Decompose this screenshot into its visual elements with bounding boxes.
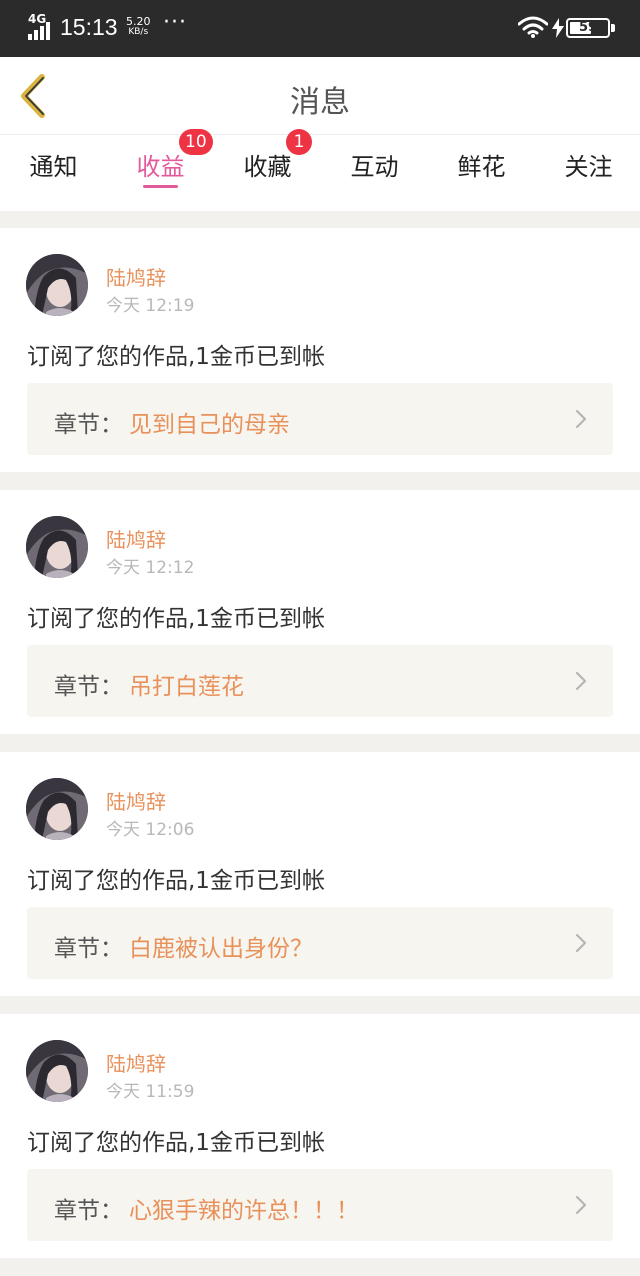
chevron-right-icon: [575, 409, 587, 429]
status-bar: 4G 15:13 5.20 KB/s ··· 59: [0, 0, 640, 57]
tab-flowers[interactable]: 鲜花: [428, 135, 535, 211]
tab-bar: 通知 收益 10 收藏 1 互动 鲜花 关注: [0, 129, 640, 211]
battery-cap: [611, 24, 615, 32]
chapter-link[interactable]: 章节： 白鹿被认出身份？: [27, 907, 613, 979]
signal-icon: 4G: [28, 12, 54, 40]
tab-label: 关注: [564, 153, 613, 181]
network-speed: 5.20 KB/s: [126, 16, 151, 38]
user-avatar-image: [26, 254, 88, 316]
user-avatar-image: [26, 778, 88, 840]
user-name[interactable]: 陆鸠辞: [106, 262, 166, 291]
tab-label: 鲜花: [457, 153, 506, 181]
avatar[interactable]: [26, 516, 88, 578]
charging-icon: [552, 18, 564, 38]
more-notifications-icon: ···: [163, 10, 187, 35]
unread-badge: 1: [286, 129, 312, 155]
avatar[interactable]: [26, 1040, 88, 1102]
chapter-link[interactable]: 章节： 心狠手辣的许总！！！: [27, 1169, 613, 1241]
message-text: 订阅了您的作品,1金币已到帐: [27, 868, 325, 894]
message-text: 订阅了您的作品,1金币已到帐: [27, 1130, 325, 1156]
message-card: 陆鸠辞 今天 12:06 订阅了您的作品,1金币已到帐 章节： 白鹿被认出身份？: [0, 752, 640, 996]
message-time: 今天 12:06: [106, 820, 195, 840]
message-time: 今天 11:59: [106, 1082, 195, 1102]
tab-label: 互动: [350, 153, 399, 181]
tab-notify[interactable]: 通知: [0, 135, 107, 211]
message-card: 陆鸠辞 今天 12:19 订阅了您的作品,1金币已到帐 章节： 见到自己的母亲: [0, 228, 640, 472]
tab-interact[interactable]: 互动: [321, 135, 428, 211]
user-name[interactable]: 陆鸠辞: [106, 786, 166, 815]
active-tab-indicator: [143, 185, 178, 188]
user-avatar-image: [26, 1040, 88, 1102]
message-card: 陆鸠辞 今天 11:59 订阅了您的作品,1金币已到帐 章节： 心狠手辣的许总！…: [0, 1014, 640, 1258]
tab-follow[interactable]: 关注: [535, 135, 640, 211]
chapter-title: 见到自己的母亲: [129, 412, 290, 438]
wifi-icon: [518, 16, 548, 38]
network-speed-value: 5.20: [126, 15, 151, 28]
chapter-link[interactable]: 章节： 吊打白莲花: [27, 645, 613, 717]
avatar[interactable]: [26, 778, 88, 840]
chapter-prefix: 章节：: [54, 412, 123, 438]
tab-favorites[interactable]: 收藏 1: [214, 129, 321, 211]
user-avatar-image: [26, 516, 88, 578]
tab-label: 通知: [29, 153, 78, 181]
chapter-title: 白鹿被认出身份？: [129, 936, 313, 962]
chevron-right-icon: [575, 1195, 587, 1215]
message-card: 陆鸠辞 今天 12:12 订阅了您的作品,1金币已到帐 章节： 吊打白莲花: [0, 490, 640, 734]
avatar[interactable]: [26, 254, 88, 316]
chapter-title: 吊打白莲花: [129, 674, 244, 700]
network-speed-unit: KB/s: [128, 27, 149, 37]
chevron-right-icon: [575, 933, 587, 953]
unread-badge: 10: [179, 129, 213, 155]
chapter-title: 心狠手辣的许总！！！: [129, 1198, 359, 1224]
battery-icon: 59: [566, 18, 610, 38]
chapter-link[interactable]: 章节： 见到自己的母亲: [27, 383, 613, 455]
status-time: 15:13: [60, 14, 118, 40]
battery-level: 59: [578, 20, 598, 35]
message-time: 今天 12:12: [106, 558, 195, 578]
chevron-right-icon: [575, 671, 587, 691]
page-title: 消息: [290, 85, 350, 120]
network-type: 4G: [28, 12, 47, 26]
message-text: 订阅了您的作品,1金币已到帐: [27, 606, 325, 632]
tab-earnings[interactable]: 收益 10: [107, 129, 214, 211]
message-time: 今天 12:19: [106, 296, 195, 316]
message-text: 订阅了您的作品,1金币已到帐: [27, 344, 325, 370]
chapter-prefix: 章节：: [54, 936, 123, 962]
chapter-prefix: 章节：: [54, 674, 123, 700]
header: 消息: [0, 57, 640, 135]
user-name[interactable]: 陆鸠辞: [106, 1048, 166, 1077]
user-name[interactable]: 陆鸠辞: [106, 524, 166, 553]
chapter-prefix: 章节：: [54, 1198, 123, 1224]
